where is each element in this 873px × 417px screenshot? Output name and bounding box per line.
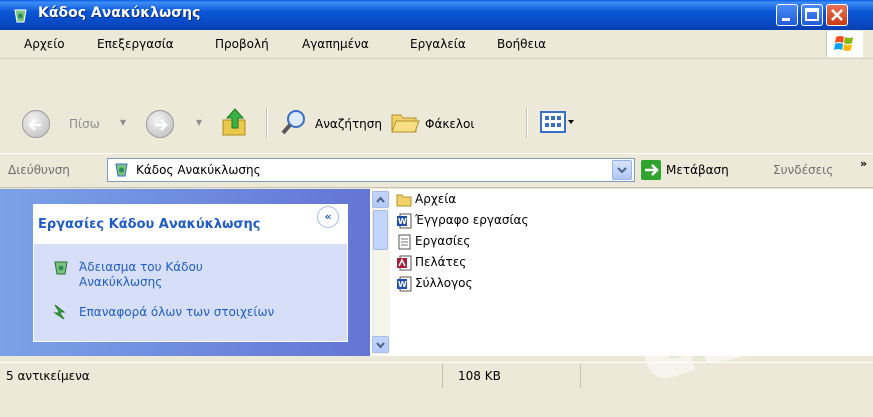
back-arrow-icon [28,119,41,131]
access-database-icon [397,255,412,271]
total-size: 108 KB [458,369,501,383]
minimize-button[interactable] [776,4,798,26]
links-chevron-icon[interactable]: » [860,157,867,170]
word-document-icon: W [397,276,412,292]
back-label: Πίσω [69,117,100,131]
menu-help[interactable]: Βοήθεια [497,37,546,51]
minimize-icon [782,18,790,21]
menu-edit[interactable]: Επεξεργασία [97,37,174,51]
file-name: Εργασίες [415,234,471,248]
address-dropdown-button[interactable] [612,160,632,180]
empty-recycle-bin-icon [54,261,68,275]
scroll-up-button[interactable] [372,191,389,208]
search-label[interactable]: Αναζήτηση [315,117,382,131]
file-name: Πελάτες [415,255,467,269]
links-label[interactable]: Συνδέσεις [773,163,833,177]
toolbar-separator [526,108,528,138]
chevron-down-icon [617,167,627,174]
status-separator [442,364,443,388]
text-document-icon [398,234,411,250]
restore-all-link[interactable]: Επαναφορά όλων των στοιχείων [79,305,274,319]
recycle-bin-icon [115,163,128,177]
go-label[interactable]: Μετάβαση [666,163,729,177]
close-button[interactable] [826,4,848,26]
status-separator [580,364,581,388]
menu-file[interactable]: Αρχείο [24,37,65,51]
forward-dropdown-icon[interactable]: ▾ [196,115,202,129]
restore-all-icon [53,304,66,320]
file-name: Σύλλογος [415,276,473,290]
folders-icon[interactable] [390,109,420,135]
chevron-down-icon [376,342,385,349]
views-button[interactable] [540,111,576,133]
address-value: Κάδος Ανακύκλωσης [136,163,261,177]
scroll-down-button[interactable] [372,336,389,353]
windows-flag-icon [834,36,853,51]
task-panel-title[interactable]: Εργασίες Κάδου Ανακύκλωσης [38,217,261,232]
search-icon[interactable] [279,107,309,137]
maximize-icon [805,8,819,21]
collapse-button[interactable]: « [317,206,339,228]
chevron-up-icon [376,196,385,203]
back-dropdown-icon[interactable]: ▾ [120,115,126,129]
recycle-bin-icon [14,9,27,23]
folder-icon [396,194,412,207]
status-bar [0,362,873,391]
back-button[interactable] [22,110,50,138]
svg-text:W: W [398,217,407,226]
item-count: 5 αντικείμενα [6,369,90,383]
scroll-thumb[interactable] [373,210,388,250]
address-label: Διεύθυνση [8,163,70,177]
file-name: Έγγραφο εργασίας [415,213,529,227]
menu-tools[interactable]: Εργαλεία [410,37,466,51]
windows-logo [826,31,863,57]
window-title: Κάδος Ανακύκλωσης [38,5,201,21]
svg-text:W: W [398,280,407,289]
word-document-icon: W [397,213,412,229]
up-folder-button[interactable] [220,106,250,140]
go-button[interactable] [641,160,661,180]
go-arrow-icon [645,164,659,176]
folders-label[interactable]: Φάκελοι [425,117,474,131]
forward-arrow-icon [155,119,168,131]
empty-recycle-bin-link[interactable]: Άδειασμα του Κάδου Ανακύκλωσης [79,260,289,290]
toolbar [0,59,873,151]
close-icon [831,9,843,21]
maximize-button[interactable] [801,4,823,26]
file-name: Αρχεία [415,192,457,206]
menu-view[interactable]: Προβολή [215,37,269,51]
menu-favorites[interactable]: Αγαπημένα [302,37,369,51]
forward-button[interactable] [146,110,174,138]
toolbar-separator [266,108,268,138]
